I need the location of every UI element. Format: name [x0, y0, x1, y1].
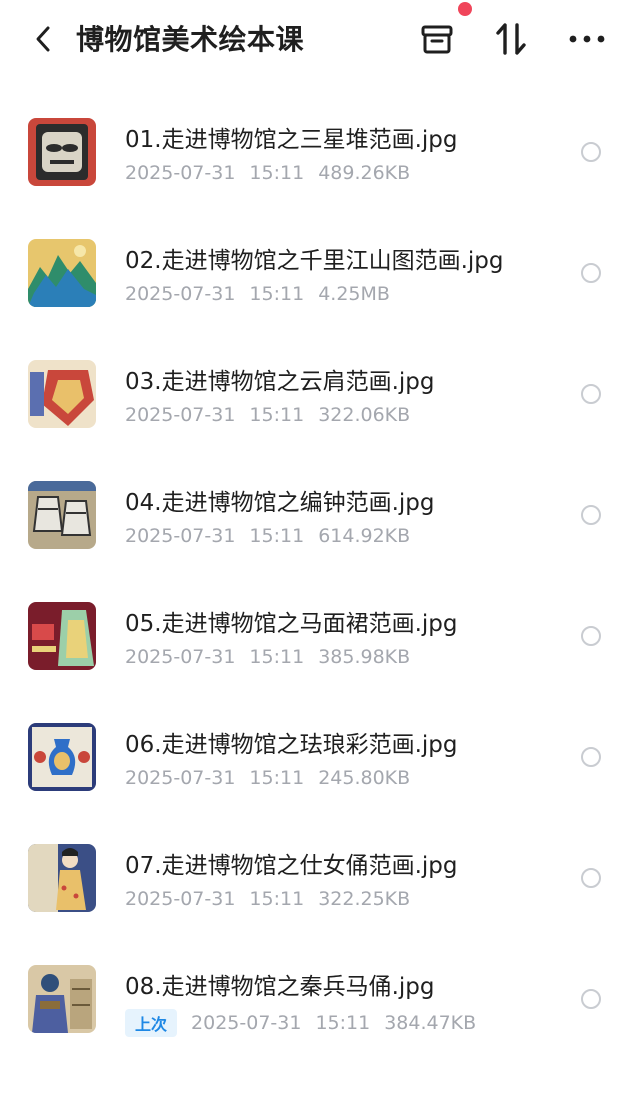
file-name: 01.走进博物馆之三星堆范画.jpg: [125, 127, 458, 153]
select-radio[interactable]: [581, 626, 601, 646]
file-row[interactable]: 02.走进博物馆之千里江山图范画.jpg 2025-07-31 15:11 4.…: [0, 211, 640, 332]
file-row[interactable]: 05.走进博物馆之马面裙范画.jpg 2025-07-31 15:11 385.…: [0, 574, 640, 695]
file-date: 2025-07-31: [125, 283, 236, 305]
file-meta: 上次 2025-07-31 15:11 384.47KB: [125, 1009, 490, 1037]
select-radio[interactable]: [581, 384, 601, 404]
top-bar: 博物馆美术绘本课: [0, 0, 640, 80]
file-name: 07.走进博物馆之仕女俑范画.jpg: [125, 853, 458, 879]
file-time: 15:11: [249, 888, 305, 910]
file-date: 2025-07-31: [125, 162, 236, 184]
file-meta: 2025-07-31 15:11 4.25MB: [125, 283, 404, 305]
notification-dot: [458, 2, 472, 16]
file-size: 4.25MB: [318, 283, 390, 305]
file-size: 322.25KB: [318, 888, 411, 910]
file-name: 02.走进博物馆之千里江山图范画.jpg: [125, 248, 504, 274]
file-size: 385.98KB: [318, 646, 411, 668]
file-thumbnail-shinvyong: [28, 844, 96, 912]
sort-icon: [496, 23, 526, 55]
file-thumbnail-yunjian: [28, 360, 96, 428]
file-time: 15:11: [249, 525, 305, 547]
file-meta: 2025-07-31 15:11 322.06KB: [125, 404, 424, 426]
file-name: 04.走进博物馆之编钟范画.jpg: [125, 490, 435, 516]
file-time: 15:11: [249, 646, 305, 668]
file-time: 15:11: [249, 283, 305, 305]
select-radio[interactable]: [581, 142, 601, 162]
select-radio[interactable]: [581, 868, 601, 888]
more-icon: [569, 35, 605, 43]
sort-button[interactable]: [490, 18, 532, 60]
file-row[interactable]: 08.走进博物馆之秦兵马俑.jpg 上次 2025-07-31 15:11 38…: [0, 937, 640, 1058]
file-row[interactable]: 01.走进博物馆之三星堆范画.jpg 2025-07-31 15:11 489.…: [0, 90, 640, 211]
file-row[interactable]: 04.走进博物馆之编钟范画.jpg 2025-07-31 15:11 614.9…: [0, 453, 640, 574]
file-date: 2025-07-31: [125, 767, 236, 789]
app-window: 博物馆美术绘本课 01.走进博物馆之三星堆范画.jpg 2025-07-31 1…: [0, 0, 640, 1100]
file-size: 384.47KB: [384, 1012, 477, 1034]
file-meta: 2025-07-31 15:11 385.98KB: [125, 646, 424, 668]
select-radio[interactable]: [581, 263, 601, 283]
file-thumbnail-sanxingdui: [28, 118, 96, 186]
file-date: 2025-07-31: [191, 1012, 302, 1034]
file-thumbnail-mamianqun: [28, 602, 96, 670]
file-thumbnail-falangcai: [28, 723, 96, 791]
select-radio[interactable]: [581, 505, 601, 525]
file-time: 15:11: [315, 1012, 371, 1034]
file-date: 2025-07-31: [125, 525, 236, 547]
file-row[interactable]: 07.走进博物馆之仕女俑范画.jpg 2025-07-31 15:11 322.…: [0, 816, 640, 937]
file-thumbnail-bianzhong: [28, 481, 96, 549]
file-size: 614.92KB: [318, 525, 411, 547]
file-name: 05.走进博物馆之马面裙范画.jpg: [125, 611, 458, 637]
file-date: 2025-07-31: [125, 646, 236, 668]
file-date: 2025-07-31: [125, 404, 236, 426]
file-date: 2025-07-31: [125, 888, 236, 910]
file-thumbnail-bingmayong: [28, 965, 96, 1033]
file-meta: 2025-07-31 15:11 245.80KB: [125, 767, 424, 789]
file-size: 489.26KB: [318, 162, 411, 184]
file-size: 322.06KB: [318, 404, 411, 426]
file-meta: 2025-07-31 15:11 322.25KB: [125, 888, 424, 910]
file-thumbnail-qianli-jiangshan: [28, 239, 96, 307]
select-radio[interactable]: [581, 989, 601, 1009]
select-radio[interactable]: [581, 747, 601, 767]
file-name: 08.走进博物馆之秦兵马俑.jpg: [125, 974, 435, 1000]
archive-icon: [421, 25, 453, 54]
back-icon: [36, 26, 50, 52]
file-time: 15:11: [249, 404, 305, 426]
last-opened-badge: 上次: [125, 1009, 178, 1037]
file-meta: 2025-07-31 15:11 489.26KB: [125, 162, 424, 184]
page-title: 博物馆美术绘本课: [76, 23, 305, 56]
file-row[interactable]: 03.走进博物馆之云肩范画.jpg 2025-07-31 15:11 322.0…: [0, 332, 640, 453]
back-button[interactable]: [28, 22, 58, 56]
more-button[interactable]: [566, 18, 608, 60]
file-size: 245.80KB: [318, 767, 411, 789]
file-time: 15:11: [249, 162, 305, 184]
file-meta: 2025-07-31 15:11 614.92KB: [125, 525, 424, 547]
archive-button[interactable]: [416, 18, 458, 60]
file-row[interactable]: 06.走进博物馆之珐琅彩范画.jpg 2025-07-31 15:11 245.…: [0, 695, 640, 816]
file-name: 03.走进博物馆之云肩范画.jpg: [125, 369, 435, 395]
file-time: 15:11: [249, 767, 305, 789]
file-name: 06.走进博物馆之珐琅彩范画.jpg: [125, 732, 458, 758]
